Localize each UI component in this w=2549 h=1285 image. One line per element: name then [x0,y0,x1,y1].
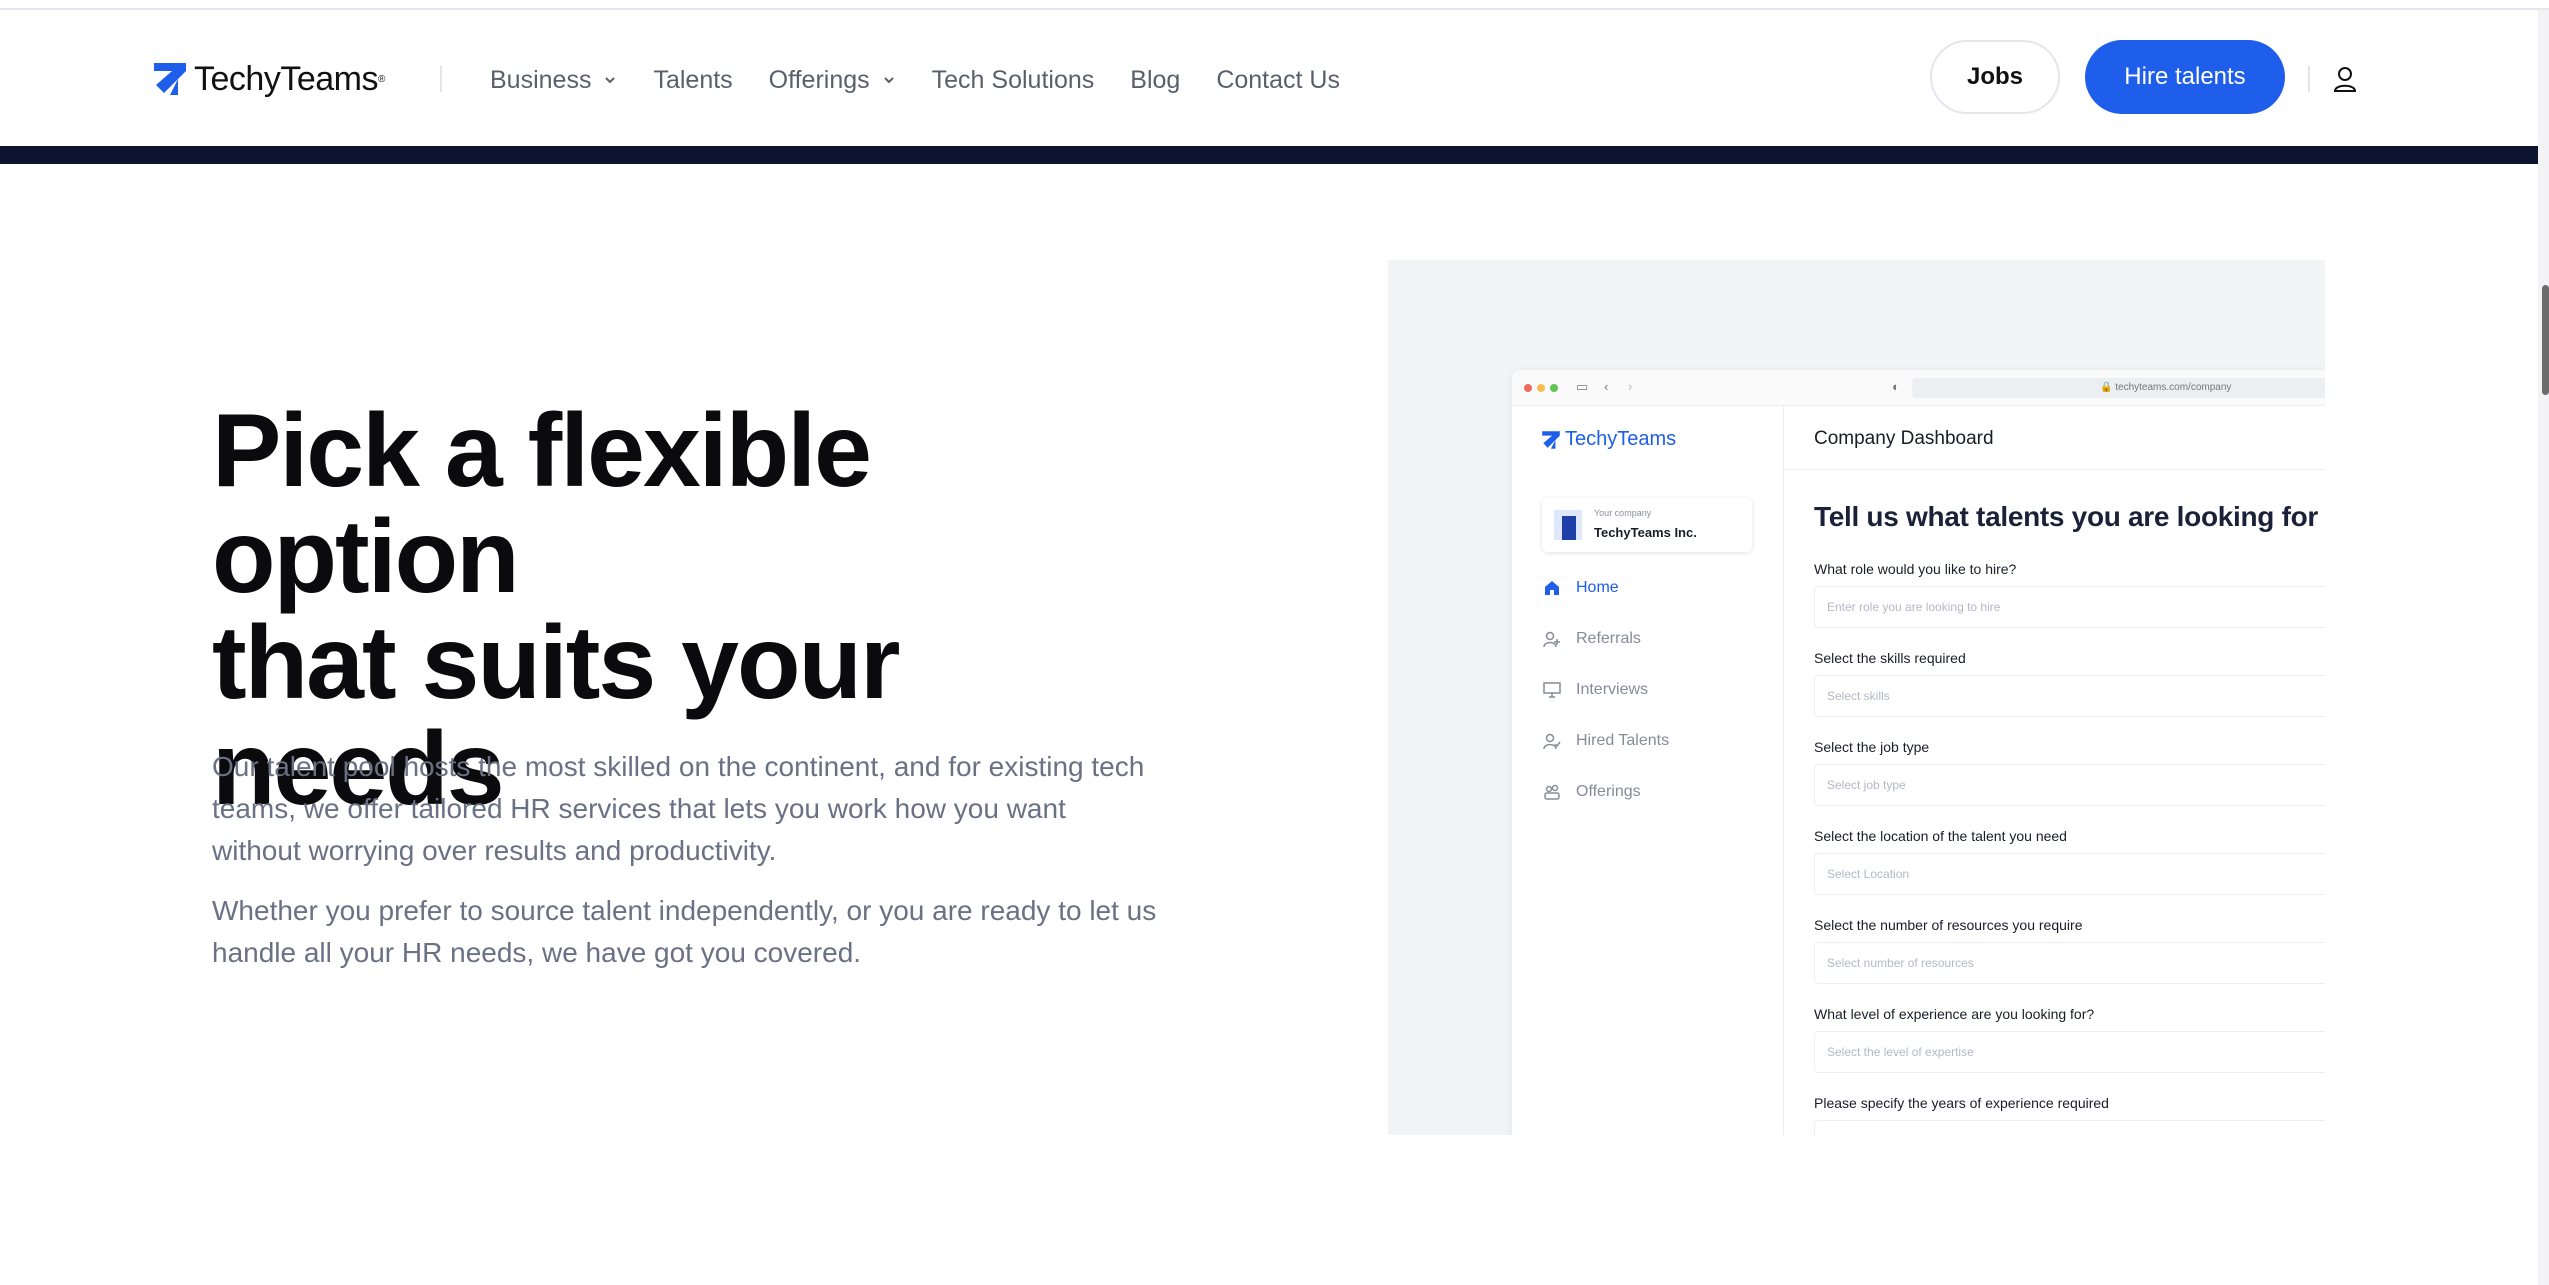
experience-level-select: Select the level of expertise [1814,1031,2325,1073]
user-icon[interactable] [2330,64,2360,94]
mockup-nav-label: Home [1576,579,1619,596]
nav-item-blog[interactable]: Blog [1130,66,1180,95]
nav-item-tech-solutions[interactable]: Tech Solutions [932,66,1095,95]
chevron-down-icon [605,77,616,84]
mockup-nav-referrals: Referrals [1542,624,1772,654]
group-icon [1542,782,1562,802]
forward-arrow-icon: › [1628,379,1633,394]
field-label: Select the job type [1814,739,1930,755]
page-scrollbar-track[interactable] [2538,10,2549,1285]
hire-talents-button[interactable]: Hire talents [2085,40,2285,114]
nav-item-label: Talents [653,65,733,94]
company-name: TechyTeams Inc. [1594,525,1697,540]
form-title: Tell us what talents you are looking for [1814,501,2319,532]
mockup-nav-label: Offerings [1576,783,1641,800]
nav-item-offerings[interactable]: Offerings [769,66,896,95]
mockup-nav-label: Referrals [1576,630,1641,647]
field-label: Select the skills required [1814,650,1966,666]
header-dark-band [0,146,2538,164]
hero-title-line: Pick a flexible option [212,393,872,615]
nav-item-label: Business [490,65,592,94]
shield-icon: ◐ [1892,379,1900,394]
company-caption: Your company [1594,508,1652,518]
jobs-button[interactable]: Jobs [1930,40,2060,114]
logo-arrow-icon [154,63,186,95]
minimize-dot-icon [1537,384,1545,392]
mockup-logo: TechyTeams [1540,428,1676,451]
mockup-logo-text: TechyTeams [1565,428,1677,450]
field-label: Please specify the years of experience r… [1814,1095,2109,1111]
monitor-icon [1542,680,1562,700]
main-nav: Business Talents Offerings Tech Solution… [490,60,1376,100]
home-icon [1542,578,1562,598]
logo-arrow-icon [1542,430,1560,449]
mockup-main: Company Dashboard Tell us what talents y… [1785,406,2325,1135]
mockup-sidebar: TechyTeams Your company TechyTeams Inc. … [1512,406,1784,1135]
browser-top-edge [0,0,2549,10]
mockup-nav-home: Home [1542,573,1772,603]
mockup-nav-interviews: Interviews [1542,675,1772,705]
field-label: Select the location of the talent you ne… [1814,828,2067,844]
mockup-nav-hired-talents: Hired Talents [1542,726,1772,756]
url-bar: 🔒 techyteams.com/company [1912,378,2325,398]
techyteams-logo[interactable]: TechyTeams ® [150,57,385,101]
account-divider [2308,66,2310,92]
job-type-select: Select job type [1814,764,2325,806]
nav-item-talents[interactable]: Talents [653,66,732,95]
sidebar-toggle-icon: ▭ [1576,379,1589,394]
site-header: TechyTeams ® Business Talents Offerings T… [0,10,2538,146]
hero-paragraph-1: Our talent pool hosts the most skilled o… [212,751,1145,866]
nav-item-business[interactable]: Business [490,66,617,95]
trademark-symbol: ® [377,73,386,85]
hero-paragraph-2: Whether you prefer to source talent inde… [212,895,1157,968]
company-building-icon [1554,510,1582,540]
nav-item-label: Contact Us [1216,65,1340,94]
logo-text: TechyTeams [194,59,378,98]
location-select: Select Location [1814,853,2325,895]
dashboard-preview-panel: ▭ ‹ › ◐ 🔒 techyteams.com/company TechyTe… [1388,260,2325,1135]
browser-mockup: ▭ ‹ › ◐ 🔒 techyteams.com/company TechyTe… [1512,370,2325,1135]
nav-divider [440,66,442,92]
user-check-icon [1542,731,1562,751]
page-scrollbar-thumb[interactable] [2542,285,2549,395]
nav-item-contact-us[interactable]: Contact Us [1216,66,1340,95]
mockup-nav-offerings: Offerings [1542,777,1772,807]
company-card: Your company TechyTeams Inc. [1542,498,1752,552]
dashboard-title: Company Dashboard [1814,428,1994,449]
url-text: techyteams.com/company [2115,382,2232,393]
close-dot-icon [1524,384,1532,392]
resources-select: Select number of resources [1814,942,2325,984]
back-arrow-icon: ‹ [1604,379,1609,394]
skills-select: Select skills [1814,675,2325,717]
years-experience-input [1814,1120,2325,1135]
nav-item-label: Offerings [768,65,870,94]
maximize-dot-icon [1550,384,1558,392]
user-plus-icon [1542,629,1562,649]
role-input: Enter role you are looking to hire [1814,586,2325,628]
chevron-down-icon [883,77,894,84]
field-label: What role would you like to hire? [1814,561,2017,577]
nav-item-label: Tech Solutions [931,65,1095,94]
mockup-main-header: Company Dashboard [1785,406,2325,470]
mockup-nav-label: Interviews [1576,681,1649,698]
hero-title-line: that suits your [212,605,901,721]
nav-item-label: Blog [1130,65,1181,94]
mockup-nav-label: Hired Talents [1576,732,1670,749]
field-label: Select the number of resources you requi… [1814,917,2083,933]
field-label: What level of experience are you looking… [1814,1006,2095,1022]
browser-toolbar: ▭ ‹ › ◐ 🔒 techyteams.com/company [1512,370,2325,406]
